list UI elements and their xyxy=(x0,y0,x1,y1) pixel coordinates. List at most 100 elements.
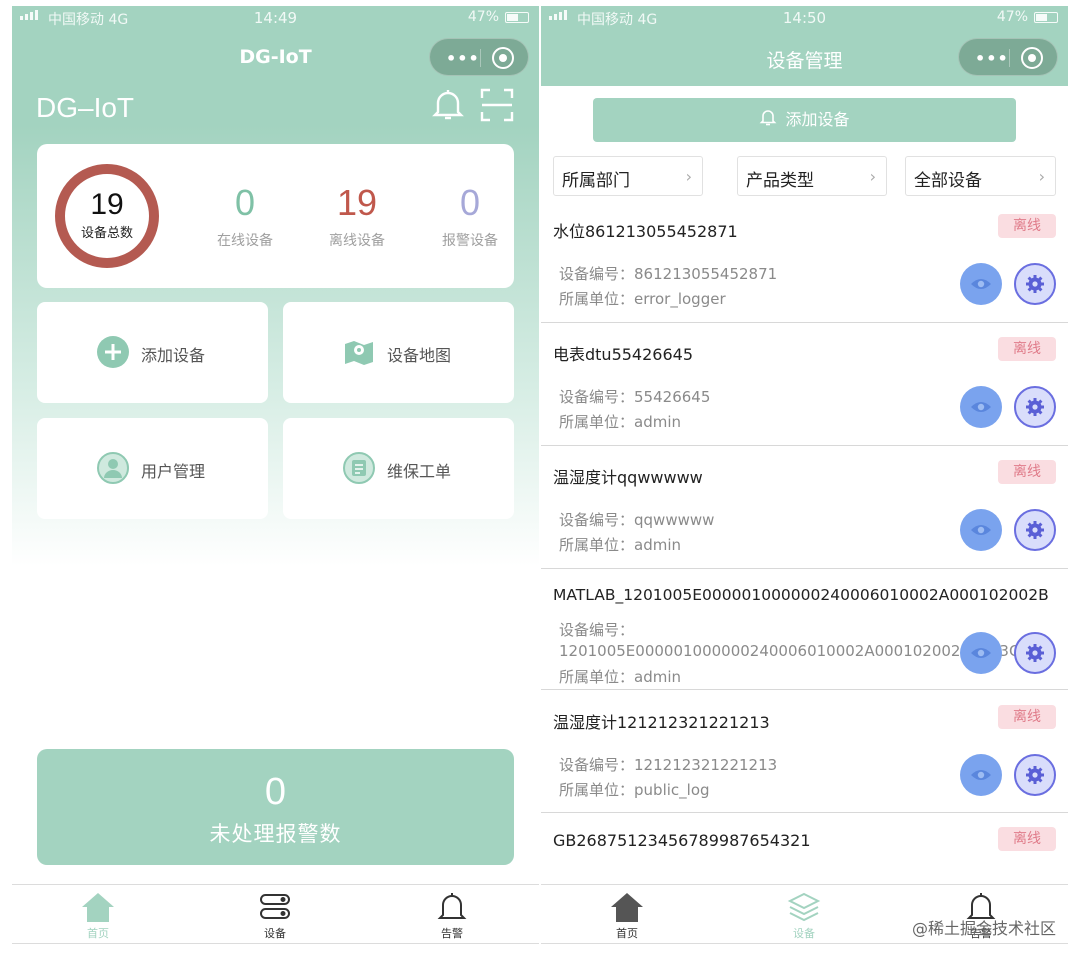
online-devices-value: 0 xyxy=(234,182,256,223)
eye-icon xyxy=(971,770,991,780)
online-devices-stat[interactable]: 0 在线设备 xyxy=(200,182,290,250)
tab-home-label: 首页 xyxy=(616,927,638,940)
device-code-label: 设备编号： xyxy=(559,388,635,406)
view-button[interactable] xyxy=(960,632,1002,674)
device-code-label: 设备编号： xyxy=(559,265,635,283)
tab-home[interactable]: 首页 xyxy=(587,891,667,941)
filter-device-status-label: 全部设备 xyxy=(914,171,982,191)
home-screen: 中国移动 4G 14:49 47% DG-IoT ••• DG–IoT 19 设… xyxy=(12,6,539,944)
settings-button[interactable] xyxy=(1014,754,1056,796)
device-unit-label: 所属单位： xyxy=(559,413,635,431)
device-list-item[interactable]: 温湿度计121212321221213 离线 设备编号：121212321221… xyxy=(541,705,1068,813)
add-device-card[interactable]: 添加设备 xyxy=(37,302,268,403)
bell-icon xyxy=(759,99,777,143)
status-badge: 离线 xyxy=(998,337,1056,361)
tab-bar: 首页 设备 告警 xyxy=(12,884,539,944)
device-name: 电表dtu55426645 xyxy=(553,345,694,364)
status-badge: 离线 xyxy=(998,705,1056,729)
filter-department[interactable]: 所属部门 › xyxy=(553,156,703,196)
settings-button[interactable] xyxy=(1014,509,1056,551)
device-list-item[interactable]: MATLAB_1201005E000001000000240006010002A… xyxy=(541,586,1068,690)
online-devices-label: 在线设备 xyxy=(217,233,273,249)
gear-icon xyxy=(1026,766,1044,784)
device-list-item[interactable]: GB26875123456789987654321 离线 xyxy=(541,827,1068,881)
nav-bar: 设备管理 ••• xyxy=(541,30,1068,86)
add-device-label: 添加设备 xyxy=(141,346,206,365)
map-icon xyxy=(345,341,373,365)
more-icon[interactable]: ••• xyxy=(446,49,480,68)
device-management-screen: 中国移动 4G 14:50 47% 设备管理 ••• 添加设备 所属部门 › 产… xyxy=(541,6,1068,944)
work-order-card[interactable]: 维保工单 xyxy=(283,418,514,519)
work-order-label: 维保工单 xyxy=(387,462,452,481)
device-unit: public_log xyxy=(634,781,710,799)
filter-department-label: 所属部门 xyxy=(562,171,630,191)
settings-button[interactable] xyxy=(1014,263,1056,305)
mini-program-capsule[interactable]: ••• xyxy=(958,38,1058,76)
user-management-card[interactable]: 用户管理 xyxy=(37,418,268,519)
bell-icon[interactable] xyxy=(432,88,464,122)
user-management-label: 用户管理 xyxy=(141,462,206,481)
device-unit-label: 所属单位： xyxy=(559,668,635,686)
view-button[interactable] xyxy=(960,754,1002,796)
total-devices-ring[interactable]: 19 设备总数 xyxy=(55,164,159,268)
status-badge: 离线 xyxy=(998,827,1056,851)
device-unit-label: 所属单位： xyxy=(559,536,635,554)
device-code: 861213055452871 xyxy=(634,265,778,283)
settings-button[interactable] xyxy=(1014,632,1056,674)
tab-devices-label: 设备 xyxy=(793,927,815,940)
tab-devices[interactable]: 设备 xyxy=(235,891,315,941)
settings-button[interactable] xyxy=(1014,386,1056,428)
unhandled-alarm-label: 未处理报警数 xyxy=(209,822,342,846)
tab-devices[interactable]: 设备 xyxy=(764,891,844,941)
device-list-item[interactable]: 电表dtu55426645 离线 设备编号：55426645 所属单位：admi… xyxy=(541,337,1068,446)
battery-icon xyxy=(1034,11,1058,23)
device-name: GB26875123456789987654321 xyxy=(553,831,811,850)
close-target-icon[interactable] xyxy=(1021,47,1043,69)
brand-title: DG–IoT xyxy=(36,92,135,123)
tab-home[interactable]: 首页 xyxy=(58,891,138,941)
unhandled-alarm-card[interactable]: 0 未处理报警数 xyxy=(37,749,514,865)
add-device-label: 添加设备 xyxy=(785,110,850,129)
home-icon xyxy=(82,893,114,922)
device-list-item[interactable]: 温湿度计qqwwwww 离线 设备编号：qqwwwww 所属单位：admin xyxy=(541,460,1068,569)
eye-icon xyxy=(971,648,991,658)
device-unit: admin xyxy=(634,413,682,431)
device-icon xyxy=(260,894,290,919)
device-map-card[interactable]: 设备地图 xyxy=(283,302,514,403)
bell-icon xyxy=(437,893,467,919)
view-button[interactable] xyxy=(960,386,1002,428)
add-device-button[interactable]: 添加设备 xyxy=(593,98,1016,142)
alarm-devices-stat[interactable]: 0 报警设备 xyxy=(425,182,515,250)
scan-icon[interactable] xyxy=(480,88,514,122)
mini-program-capsule[interactable]: ••• xyxy=(429,38,529,76)
device-unit-label: 所属单位： xyxy=(559,290,635,308)
chevron-right-icon: › xyxy=(685,167,692,186)
tab-alarms[interactable]: 告警 xyxy=(412,891,492,941)
device-name: 水位861213055452871 xyxy=(553,222,738,241)
filter-product-type-label: 产品类型 xyxy=(746,171,814,191)
status-badge: 离线 xyxy=(998,460,1056,484)
chevron-right-icon: › xyxy=(869,167,876,186)
device-list-item[interactable]: 水位861213055452871 离线 设备编号：86121305545287… xyxy=(541,214,1068,323)
more-icon[interactable]: ••• xyxy=(975,49,1009,68)
view-button[interactable] xyxy=(960,263,1002,305)
status-bar: 中国移动 4G 14:50 47% xyxy=(541,6,1068,30)
device-name: 温湿度计121212321221213 xyxy=(553,713,770,732)
watermark: @稀土掘金技术社区 xyxy=(911,919,1056,938)
chevron-right-icon: › xyxy=(1038,167,1045,186)
gear-icon xyxy=(1026,521,1044,539)
device-unit: error_logger xyxy=(634,290,726,308)
device-unit: admin xyxy=(634,536,682,554)
filter-product-type[interactable]: 产品类型 › xyxy=(737,156,887,196)
nav-bar: DG-IoT ••• xyxy=(12,30,539,86)
alarm-devices-value: 0 xyxy=(459,182,481,223)
device-code: 1201005E000001000000240006010002A0001020… xyxy=(559,642,1029,660)
device-code: 55426645 xyxy=(634,388,711,406)
offline-devices-stat[interactable]: 19 离线设备 xyxy=(312,182,402,250)
eye-icon xyxy=(971,279,991,289)
close-target-icon[interactable] xyxy=(492,47,514,69)
offline-devices-value: 19 xyxy=(336,182,378,223)
filter-device-status[interactable]: 全部设备 › xyxy=(905,156,1056,196)
view-button[interactable] xyxy=(960,509,1002,551)
tab-alarms-label: 告警 xyxy=(441,927,463,940)
